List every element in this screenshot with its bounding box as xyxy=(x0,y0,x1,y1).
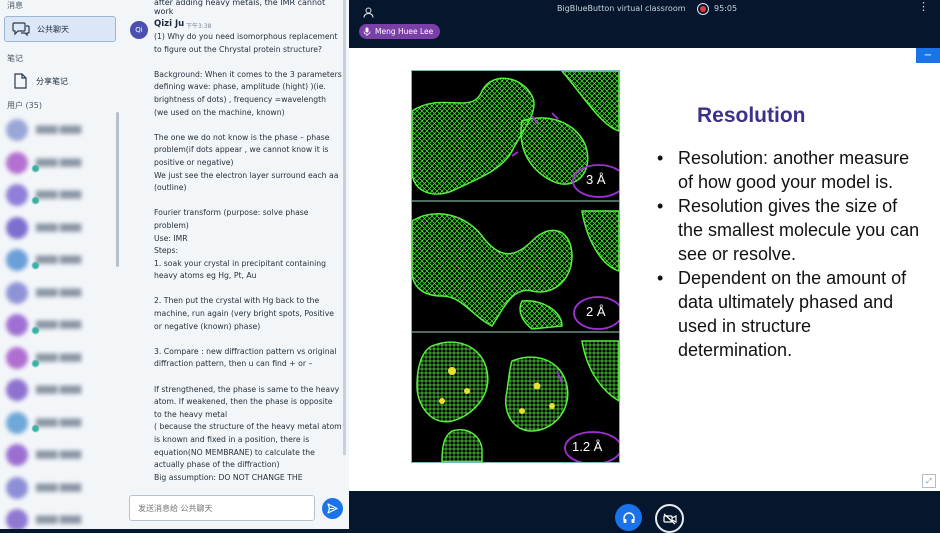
user-name-blurred: ████ ████ xyxy=(36,483,82,492)
recording-timer: 95:05 xyxy=(714,4,738,13)
user-list-item[interactable]: ████ ████ xyxy=(6,116,116,144)
meeting-title: BigBlueButton virtual classroom xyxy=(557,4,686,13)
avatar xyxy=(6,476,28,499)
avatar xyxy=(6,379,28,401)
user-list-item[interactable]: ████ ████ xyxy=(6,474,116,502)
microphone-icon xyxy=(363,27,371,36)
user-list-scrollbar[interactable] xyxy=(116,112,119,267)
kebab-menu-icon[interactable]: ⋮ xyxy=(918,1,929,12)
presenter-badge: Meng Huee Lee xyxy=(359,24,441,39)
avatar xyxy=(6,216,28,239)
send-button[interactable] xyxy=(322,498,343,519)
user-name-blurred: ████ ████ xyxy=(36,386,82,394)
user-list-item[interactable]: ████ ████ xyxy=(6,376,116,404)
previous-message-tail: after adding heavy metals, the IMR canno… xyxy=(154,0,326,16)
sidebar-item-shared-notes[interactable]: 分享笔记 xyxy=(4,68,116,94)
slide-bullet: Resolution: another measure of how good … xyxy=(654,146,924,194)
chat-bubbles-icon xyxy=(11,19,31,39)
avatar xyxy=(6,184,28,206)
avatar xyxy=(6,509,28,529)
slide-bullet: Dependent on the amount of data ultimate… xyxy=(654,266,924,362)
user-name-blurred: ████ ████ xyxy=(36,353,82,362)
user-name-blurred: ████ ████ xyxy=(36,418,82,427)
slide-bullet: Resolution gives the size of the smalles… xyxy=(654,194,924,266)
bottom-bar xyxy=(349,491,940,533)
user-name-blurred: ████ ████ xyxy=(36,516,82,524)
electron-density-maps xyxy=(412,71,619,462)
top-bar: BigBlueButton virtual classroom 95:05 ⋮ … xyxy=(349,0,940,48)
user-icon[interactable] xyxy=(363,3,374,22)
avatar xyxy=(6,119,28,141)
user-list-item[interactable]: ████ ████ xyxy=(6,441,116,469)
user-list-item[interactable]: ████ ████ xyxy=(6,279,116,307)
slide-bullet-list: Resolution: another measure of how good … xyxy=(654,146,924,362)
user-name-blurred: ████ ████ xyxy=(36,256,82,264)
fullscreen-icon[interactable]: ⤢ xyxy=(922,474,936,488)
sidebar: 消息 公共聊天 笔记 分享笔记 用户 (35) ████ ████ ████ ██… xyxy=(0,0,122,529)
user-list-item[interactable]: ████ ████ xyxy=(6,311,116,339)
user-list-item[interactable]: ████ ████ xyxy=(6,214,116,242)
presentation-slide: − 3 Å 2 Å 1.2 Å Resolution • Resolution:… xyxy=(349,48,940,491)
electron-density-image: 3 Å 2 Å 1.2 Å xyxy=(411,70,620,463)
user-name-blurred: ████ ████ xyxy=(36,288,82,297)
user-list: ████ ████ ████ ████ ████ ████ ████ ████ ████… xyxy=(0,112,121,529)
video-off-icon xyxy=(662,513,677,524)
user-list-item[interactable]: ████ ████ xyxy=(6,149,116,177)
user-list-item[interactable]: ████ ████ xyxy=(6,344,116,372)
chat-scrollbar[interactable] xyxy=(343,0,346,455)
sidebar-item-label: 公共聊天 xyxy=(37,24,69,34)
user-name-blurred: ████ ████ xyxy=(36,158,82,167)
record-icon[interactable] xyxy=(697,3,709,15)
user-list-item[interactable]: ████ ████ xyxy=(6,181,116,209)
user-list-item[interactable]: ████ ████ xyxy=(6,409,116,437)
minimize-presentation-button[interactable]: − xyxy=(916,48,940,63)
user-name-blurred: ████ ████ xyxy=(36,126,82,134)
avatar: Qi xyxy=(130,21,148,39)
resolution-label-2a: 2 Å xyxy=(586,304,606,319)
chat-panel: after adding heavy metals, the IMR canno… xyxy=(121,0,349,529)
message-body: (1) Why do you need isomorphous replacem… xyxy=(154,32,342,482)
avatar xyxy=(6,249,28,271)
chat-message-input[interactable] xyxy=(129,495,315,521)
user-name-blurred: ████ ████ xyxy=(36,451,82,459)
avatar xyxy=(6,346,28,369)
user-name-blurred: ████ ████ xyxy=(36,321,82,329)
audio-button[interactable] xyxy=(615,504,642,531)
user-list-item[interactable]: ████ ████ xyxy=(6,506,116,529)
avatar xyxy=(6,281,28,304)
avatar xyxy=(6,444,28,466)
messages-section-label: 消息 xyxy=(7,1,23,10)
sidebar-item-label: 分享笔记 xyxy=(36,76,68,86)
sidebar-item-public-chat[interactable]: 公共聊天 xyxy=(4,16,116,42)
resolution-label-1-2a: 1.2 Å xyxy=(572,439,603,454)
send-arrow-icon xyxy=(327,503,338,514)
user-name-blurred: ████ ████ xyxy=(36,223,82,232)
message-time: 下午3:38 xyxy=(186,23,212,30)
user-list-item[interactable]: ████ ████ xyxy=(6,246,116,274)
resolution-label-3a: 3 Å xyxy=(586,172,606,187)
slide-title: Resolution xyxy=(697,104,806,127)
headphones-icon xyxy=(622,511,635,523)
message-author: Qizi Ju xyxy=(154,19,185,29)
avatar xyxy=(6,151,28,174)
presenter-name: Meng Huee Lee xyxy=(375,27,434,36)
avatar xyxy=(6,314,28,336)
avatar xyxy=(6,411,28,434)
notes-section-label: 笔记 xyxy=(7,54,23,63)
users-section-label: 用户 (35) xyxy=(7,101,42,110)
user-name-blurred: ████ ████ xyxy=(36,191,82,199)
note-document-icon xyxy=(10,71,30,91)
